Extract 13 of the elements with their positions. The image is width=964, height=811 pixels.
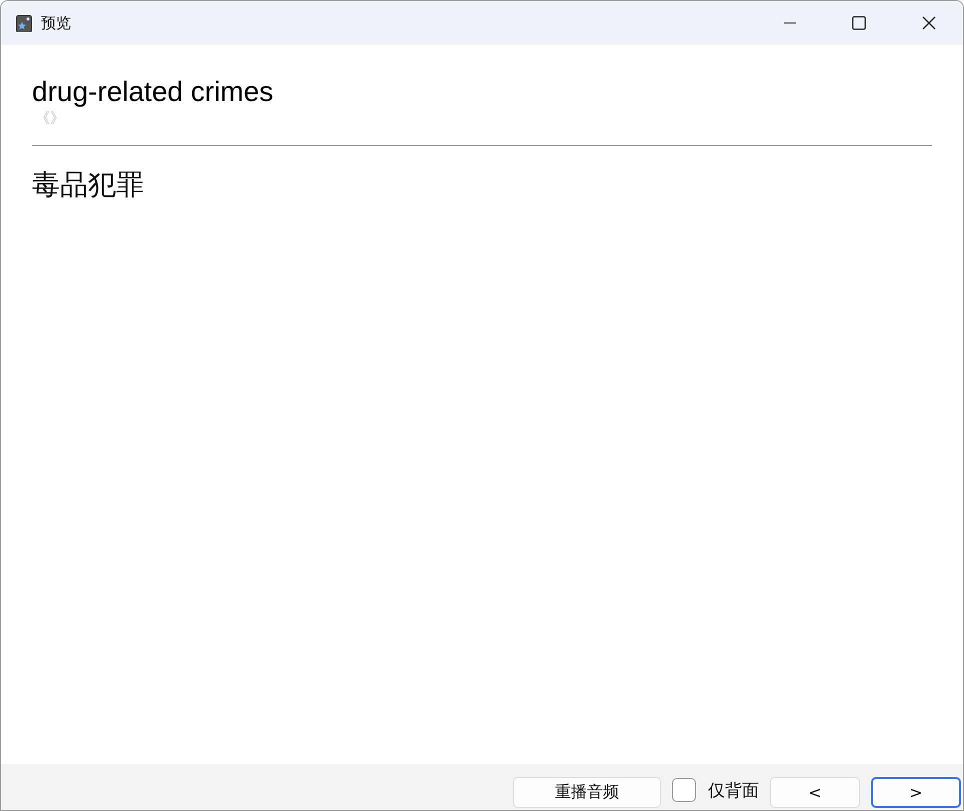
minimize-icon[interactable] xyxy=(784,22,796,24)
close-icon[interactable] xyxy=(922,16,936,30)
checkbox-label[interactable]: 仅背面 xyxy=(708,778,759,802)
replay-audio-button[interactable]: 重播音频 xyxy=(513,776,661,808)
window-title: 预览 xyxy=(41,14,71,32)
next-button[interactable]: > xyxy=(871,776,961,808)
previous-button[interactable]: < xyxy=(770,776,860,808)
maximize-icon[interactable] xyxy=(852,16,866,30)
app-icon xyxy=(16,14,32,32)
translation-text: 毒品犯罪 xyxy=(32,167,145,203)
checkbox[interactable] xyxy=(672,778,696,802)
term-text: drug-related crimes xyxy=(32,75,274,109)
phonetic-text: 《》 xyxy=(35,109,66,127)
